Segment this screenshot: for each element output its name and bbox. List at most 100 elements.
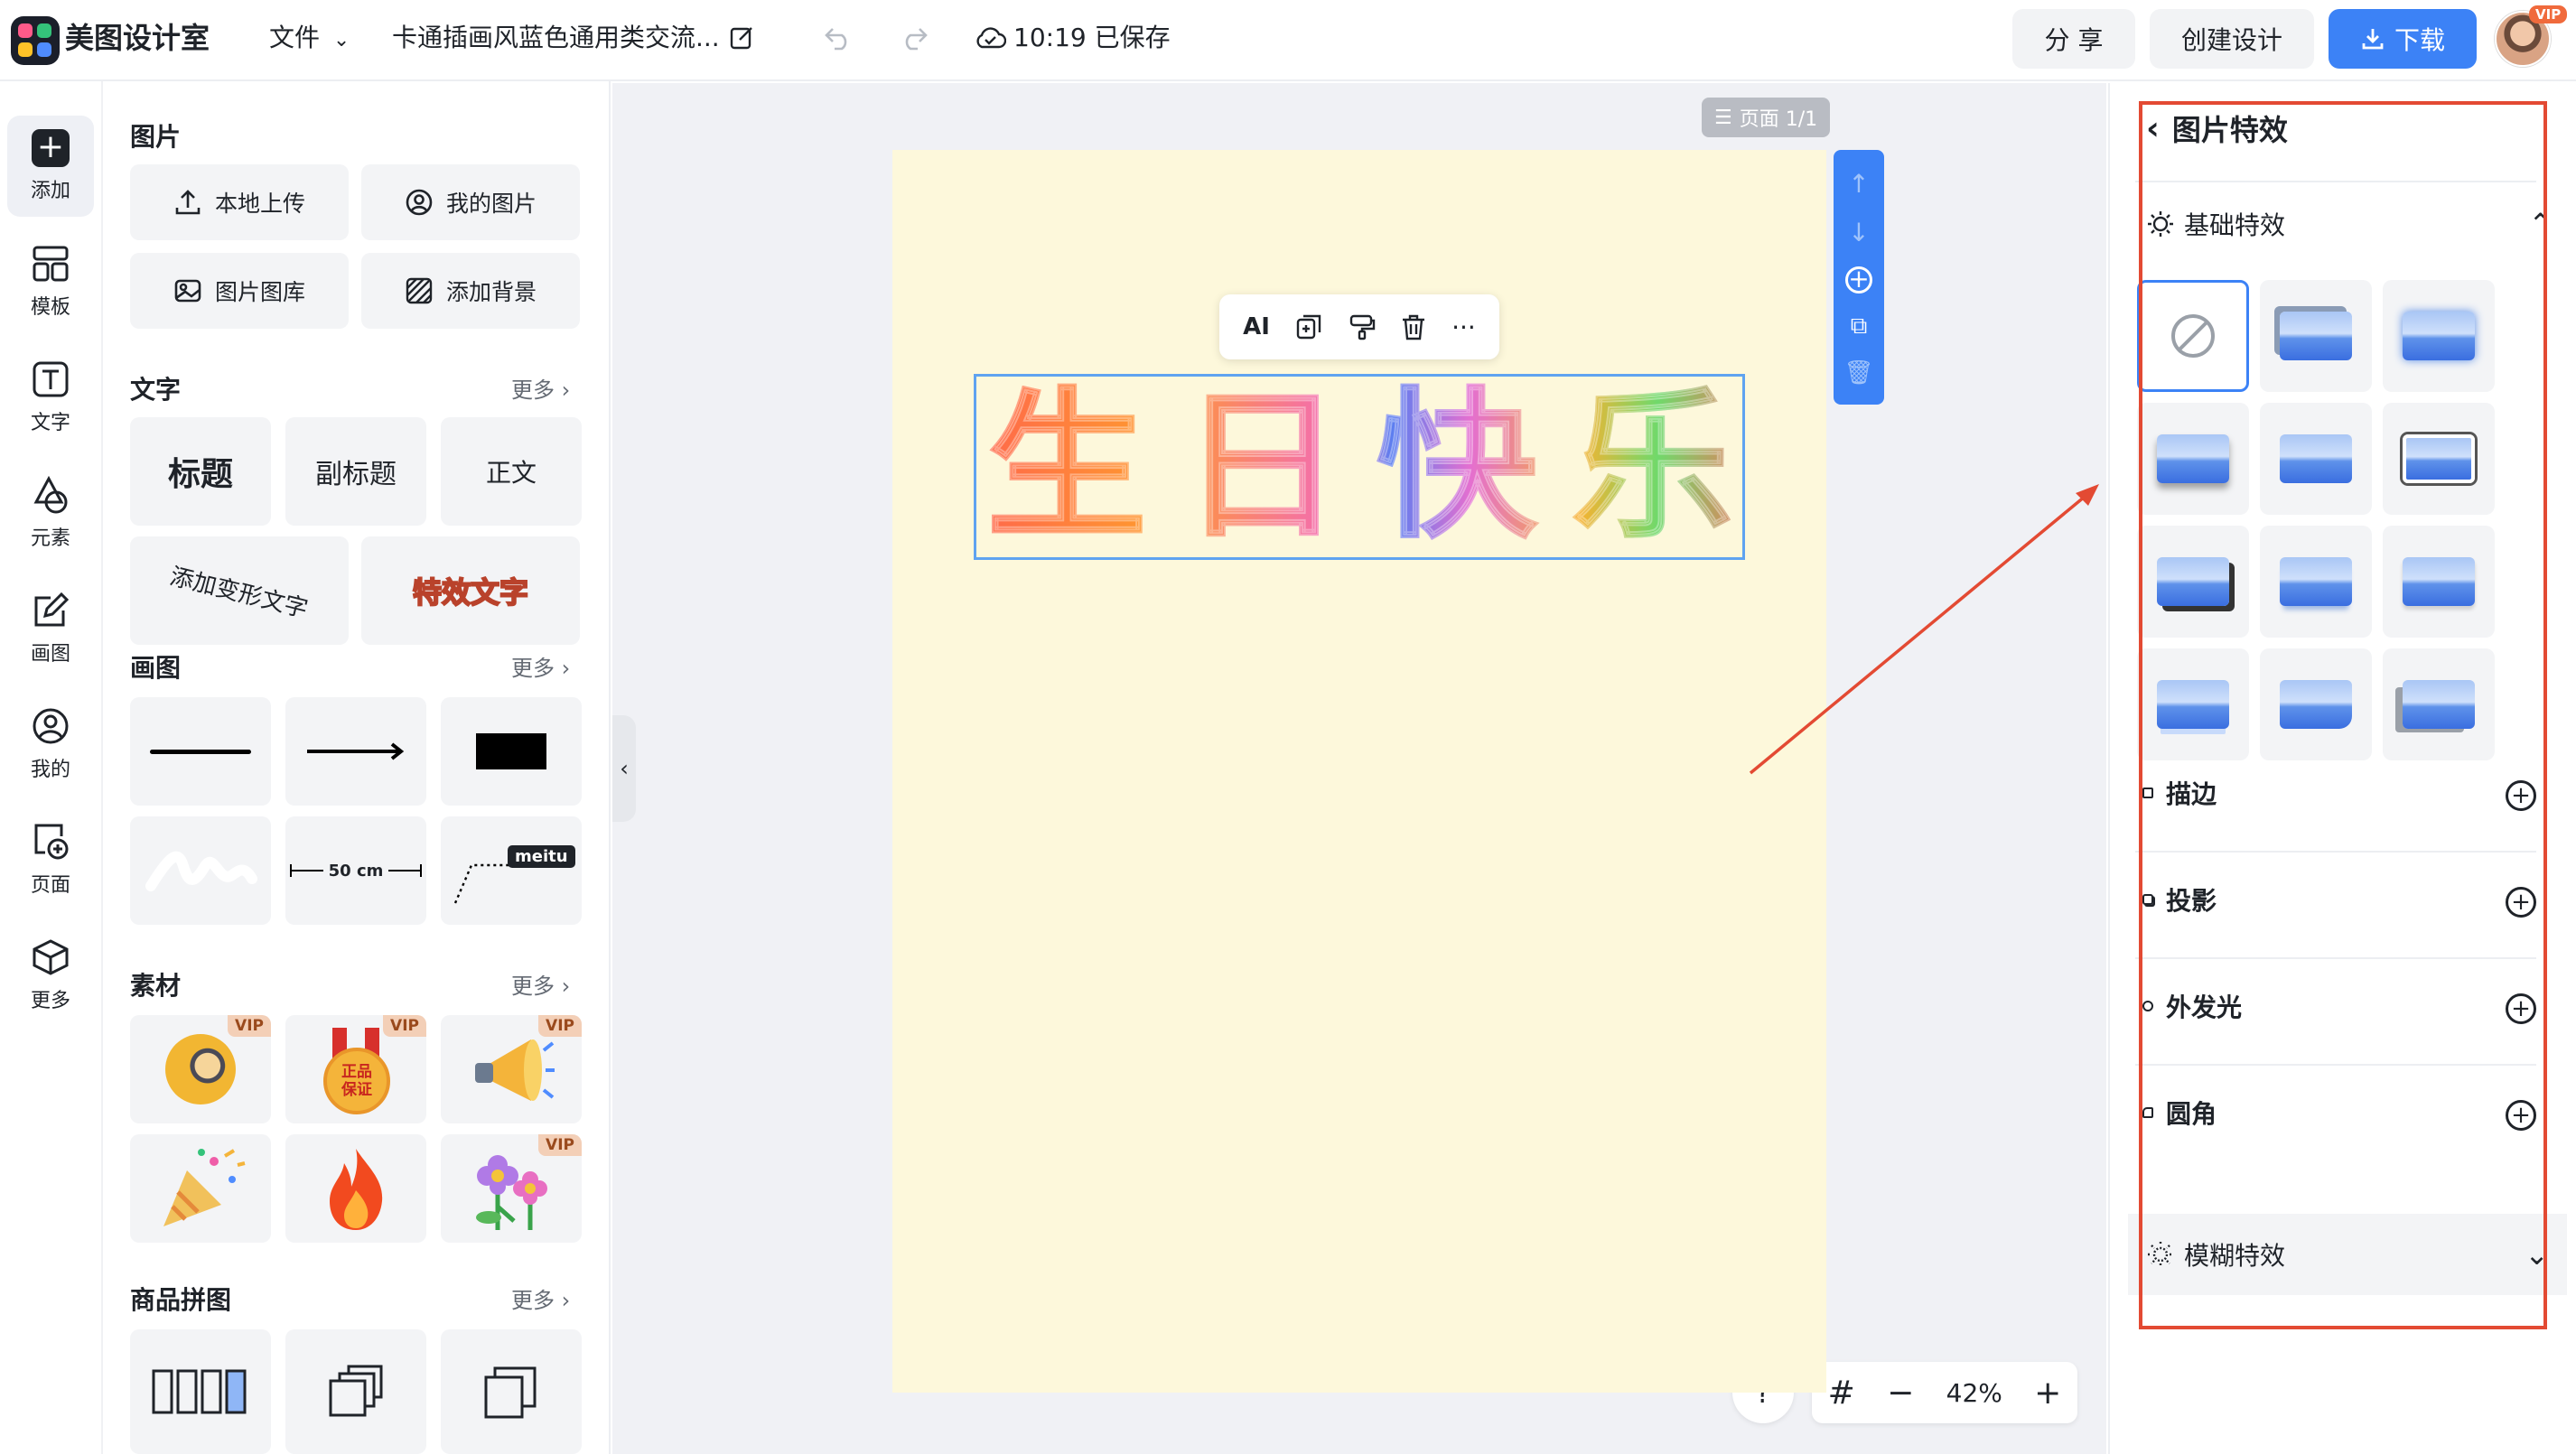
app-logo[interactable] xyxy=(11,16,60,65)
arrow-tool[interactable] xyxy=(285,697,426,806)
format-painter-icon[interactable] xyxy=(1349,313,1376,340)
file-menu[interactable]: 文件 ⌄ xyxy=(269,18,350,61)
zoom-level[interactable]: 42% xyxy=(1946,1378,2002,1408)
callout-tool[interactable]: meitu xyxy=(441,816,582,925)
vip-badge: VIP xyxy=(383,1015,426,1037)
create-design-button[interactable]: 创建设计 xyxy=(2150,9,2314,69)
drawing-more-label: 更多 xyxy=(511,656,555,681)
party-popper-icon xyxy=(163,1149,246,1226)
body-text-tile[interactable]: 正文 xyxy=(441,417,582,526)
drawing-more-link[interactable]: 更多 › xyxy=(511,650,570,682)
assets-panel: 图片 本地上传 我的图片 图片图库 添加背景 文字 更多 › 标题 副标题 正文… xyxy=(105,81,611,1454)
redo-icon[interactable] xyxy=(894,18,934,58)
drawing-section-title: 画图 xyxy=(130,653,182,683)
material-medal[interactable]: 正品保证 VIP xyxy=(285,1015,426,1123)
heading-text-label: 标题 xyxy=(167,456,233,493)
material-fire[interactable] xyxy=(285,1134,426,1243)
download-button[interactable]: 下载 xyxy=(2329,9,2477,69)
trash-icon[interactable] xyxy=(1401,313,1426,340)
nav-add-label: 添加 xyxy=(30,180,70,202)
page-indicator[interactable]: ☰ 页面 1/1 xyxy=(1702,98,1831,137)
annotation-highlight-box xyxy=(2139,101,2547,1329)
edit-title-icon[interactable] xyxy=(723,18,762,58)
collapse-panel-handle[interactable]: ‹ xyxy=(612,715,636,822)
move-page-down-icon[interactable]: ↓ xyxy=(1848,218,1869,247)
nav-templates-label: 模板 xyxy=(30,296,70,319)
arrow-line-icon xyxy=(307,742,405,760)
add-background-label: 添加背景 xyxy=(445,279,537,305)
nav-elements[interactable]: 元素 xyxy=(7,462,94,564)
nav-text-label: 文字 xyxy=(30,412,70,434)
duplicate-icon[interactable] xyxy=(1295,313,1322,340)
local-upload-label: 本地上传 xyxy=(214,191,305,217)
vip-badge: VIP xyxy=(538,1134,582,1156)
freehand-brush-tool[interactable] xyxy=(130,816,271,925)
save-status: 10:19 已保存 xyxy=(974,18,1171,58)
heading-text-tile[interactable]: 标题 xyxy=(130,417,271,526)
measure-label: 50 cm xyxy=(328,861,384,881)
chevron-right-icon: › xyxy=(561,1288,571,1313)
nav-text[interactable]: 文字 xyxy=(7,347,94,448)
subheading-text-tile[interactable]: 副标题 xyxy=(285,417,426,526)
vip-badge: VIP xyxy=(538,1015,582,1037)
measure-tool[interactable]: 50 cm xyxy=(285,816,426,925)
warp-text-label: 添加变形文字 xyxy=(167,562,311,623)
line-tool[interactable] xyxy=(130,697,271,806)
image-library-button[interactable]: 图片图库 xyxy=(130,253,349,329)
more-options-icon[interactable]: ··· xyxy=(1451,312,1476,342)
chevron-right-icon: › xyxy=(561,377,571,403)
ai-button[interactable]: AI xyxy=(1243,313,1270,340)
headline-selection-box[interactable]: 生日快乐 xyxy=(974,374,1745,560)
nav-pages[interactable]: 页面 xyxy=(7,809,94,910)
nav-add[interactable]: + 添加 xyxy=(7,116,94,217)
nav-draw[interactable]: 画图 xyxy=(7,578,94,679)
collage-more-link[interactable]: 更多 › xyxy=(511,1282,570,1314)
collage-layout-overlap[interactable] xyxy=(441,1329,582,1454)
nav-templates[interactable]: 模板 xyxy=(7,231,94,332)
document-title[interactable]: 卡通插画风蓝色通用类交流... xyxy=(392,18,720,58)
element-toolbar: AI ··· xyxy=(1219,294,1499,359)
share-button[interactable]: 分 享 xyxy=(2012,9,2135,69)
zoom-out-button[interactable]: − xyxy=(1887,1375,1914,1412)
megaphone-icon xyxy=(475,1039,555,1101)
top-bar: 美图设计室 文件 ⌄ 卡通插画风蓝色通用类交流... 10:19 已保存 分 享… xyxy=(0,0,2576,81)
medal-text: 正品保证 xyxy=(341,1063,372,1099)
text-more-link[interactable]: 更多 › xyxy=(511,372,570,404)
nav-elements-label: 元素 xyxy=(30,527,70,550)
material-magnifier-emoji[interactable]: VIP xyxy=(130,1015,271,1123)
local-upload-button[interactable]: 本地上传 xyxy=(130,164,349,240)
chevron-right-icon: › xyxy=(561,656,571,681)
brand-name: 美图设计室 xyxy=(65,21,210,55)
material-flowers[interactable]: VIP xyxy=(441,1134,582,1243)
move-page-up-icon[interactable]: ↑ xyxy=(1848,169,1869,199)
rectangle-shape xyxy=(476,733,546,769)
duplicate-page-icon[interactable]: ⧉ xyxy=(1851,312,1868,340)
nav-mine[interactable]: 我的 xyxy=(7,694,94,795)
nav-mine-label: 我的 xyxy=(30,759,70,781)
collage-more-label: 更多 xyxy=(511,1288,555,1313)
callout-tag: meitu xyxy=(508,845,575,868)
add-page-icon[interactable]: + xyxy=(1845,266,1872,294)
overlap-squares-icon xyxy=(484,1366,537,1419)
add-background-button[interactable]: 添加背景 xyxy=(361,253,580,329)
warp-text-tile[interactable]: 添加变形文字 xyxy=(130,536,349,645)
grid-icon[interactable]: # xyxy=(1828,1375,1855,1412)
effect-text-label: 特效文字 xyxy=(412,574,529,610)
emoji-search-icon xyxy=(165,1034,236,1104)
left-nav: + 添加 模板 文字 元素 画图 我的 页面 更多 xyxy=(0,81,103,1454)
rectangle-tool[interactable] xyxy=(441,697,582,806)
measure-right-icon xyxy=(388,864,423,877)
my-images-button[interactable]: 我的图片 xyxy=(361,164,580,240)
material-megaphone[interactable]: VIP xyxy=(441,1015,582,1123)
material-more-link[interactable]: 更多 › xyxy=(511,968,570,1000)
zoom-in-button[interactable]: + xyxy=(2034,1375,2061,1412)
collage-layout-stacked[interactable] xyxy=(285,1329,426,1454)
collage-layout-columns[interactable] xyxy=(130,1329,271,1454)
text-icon xyxy=(33,361,69,397)
undo-icon[interactable] xyxy=(818,18,858,58)
material-party-popper[interactable] xyxy=(130,1134,271,1243)
nav-more[interactable]: 更多 xyxy=(7,925,94,1026)
delete-page-icon[interactable]: 🗑 xyxy=(1843,359,1873,387)
effect-text-tile[interactable]: 特效文字 xyxy=(361,536,580,645)
plus-icon: + xyxy=(32,129,70,167)
